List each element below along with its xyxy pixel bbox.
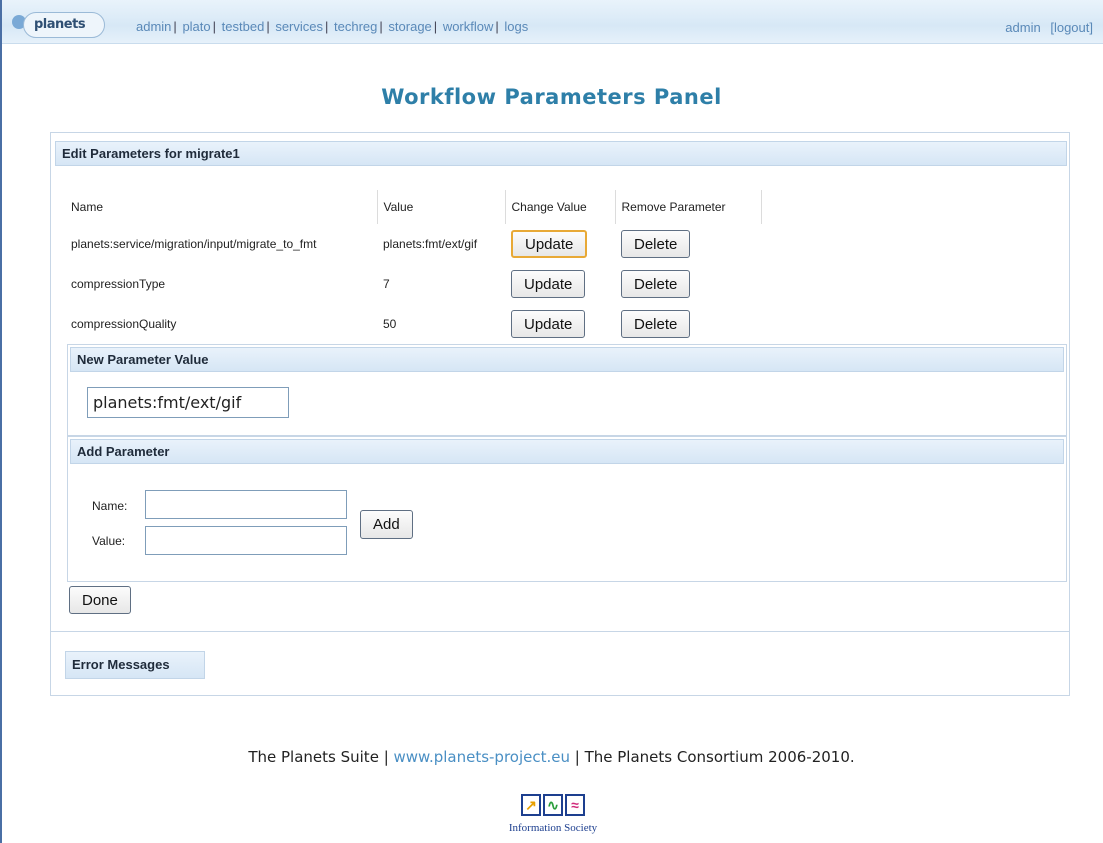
- param-value: 7: [383, 277, 390, 291]
- table-row: compressionQuality 50 Update Delete: [65, 304, 761, 344]
- nav-techreg[interactable]: techreg: [334, 19, 377, 34]
- parameters-table: Name Value Change Value Remove Parameter…: [65, 190, 762, 344]
- main-nav: admin | plato | testbed | services | techreg…: [136, 19, 529, 34]
- username: admin: [1005, 20, 1041, 35]
- delete-button[interactable]: Delete: [621, 270, 691, 298]
- update-button[interactable]: Update: [511, 270, 586, 298]
- error-messages-header: Error Messages: [65, 651, 205, 679]
- delete-button[interactable]: Delete: [621, 230, 691, 258]
- logo-text: planets: [34, 17, 86, 32]
- new-parameter-value-section: New Parameter Value: [67, 344, 1067, 436]
- wave-icon: ∿: [543, 794, 563, 816]
- new-value-input[interactable]: [87, 387, 289, 418]
- logout-link[interactable]: [logout]: [1050, 20, 1093, 35]
- nav-logs[interactable]: logs: [504, 19, 528, 34]
- nav-admin[interactable]: admin: [136, 19, 171, 34]
- logo-caption: Information Society: [508, 822, 598, 834]
- left-border: [0, 0, 2, 843]
- new-parameter-value-header: New Parameter Value: [70, 347, 1064, 372]
- arrow-icon: ↗: [521, 794, 541, 816]
- name-field[interactable]: [145, 490, 347, 519]
- column-header-change-value: Change Value: [505, 190, 616, 224]
- param-value: planets:fmt/ext/gif: [383, 237, 478, 251]
- delete-button[interactable]: Delete: [621, 310, 691, 338]
- table-row: compressionType 7 Update Delete: [65, 264, 761, 304]
- param-name: compressionQuality: [71, 317, 177, 331]
- divider: [51, 631, 1069, 632]
- param-name: compressionType: [71, 277, 166, 291]
- column-header-remove-parameter: Remove Parameter: [615, 190, 762, 224]
- footer-suffix: | The Planets Consortium 2006-2010.: [570, 748, 855, 766]
- column-header-name: Name: [65, 190, 378, 224]
- nav-plato[interactable]: plato: [182, 19, 210, 34]
- table-row: planets:service/migration/input/migrate_…: [65, 224, 761, 264]
- nav-testbed[interactable]: testbed: [222, 19, 265, 34]
- edit-parameters-panel: Edit Parameters for migrate1 Name Value …: [50, 132, 1070, 696]
- add-button[interactable]: Add: [360, 510, 413, 539]
- value-field[interactable]: [145, 526, 347, 555]
- information-society-logo: ↗ ∿ ≈ Information Society: [509, 794, 597, 842]
- user-box: admin [logout]: [999, 20, 1093, 35]
- add-parameter-header: Add Parameter: [70, 439, 1064, 464]
- update-button[interactable]: Update: [511, 310, 586, 338]
- top-navigation-bar: planets admin | plato | testbed | services |…: [2, 0, 1103, 44]
- name-label: Name:: [92, 499, 128, 513]
- footer: The Planets Suite | www.planets-project.…: [0, 748, 1103, 766]
- edit-parameters-header: Edit Parameters for migrate1: [55, 141, 1067, 166]
- column-header-value: Value: [377, 190, 506, 224]
- param-value: 50: [383, 317, 397, 331]
- footer-prefix: The Planets Suite |: [248, 748, 394, 766]
- footer-link[interactable]: www.planets-project.eu: [394, 748, 570, 766]
- approx-icon: ≈: [565, 794, 585, 816]
- value-label: Value:: [92, 534, 126, 548]
- param-name: planets:service/migration/input/migrate_…: [71, 237, 317, 251]
- page-title: Workflow Parameters Panel: [381, 85, 722, 109]
- nav-storage[interactable]: storage: [388, 19, 431, 34]
- nav-services[interactable]: services: [275, 19, 323, 34]
- done-button[interactable]: Done: [69, 586, 131, 614]
- add-parameter-section: Add Parameter Name: Value: Add: [67, 436, 1067, 582]
- update-button[interactable]: Update: [511, 230, 588, 258]
- nav-workflow[interactable]: workflow: [443, 19, 494, 34]
